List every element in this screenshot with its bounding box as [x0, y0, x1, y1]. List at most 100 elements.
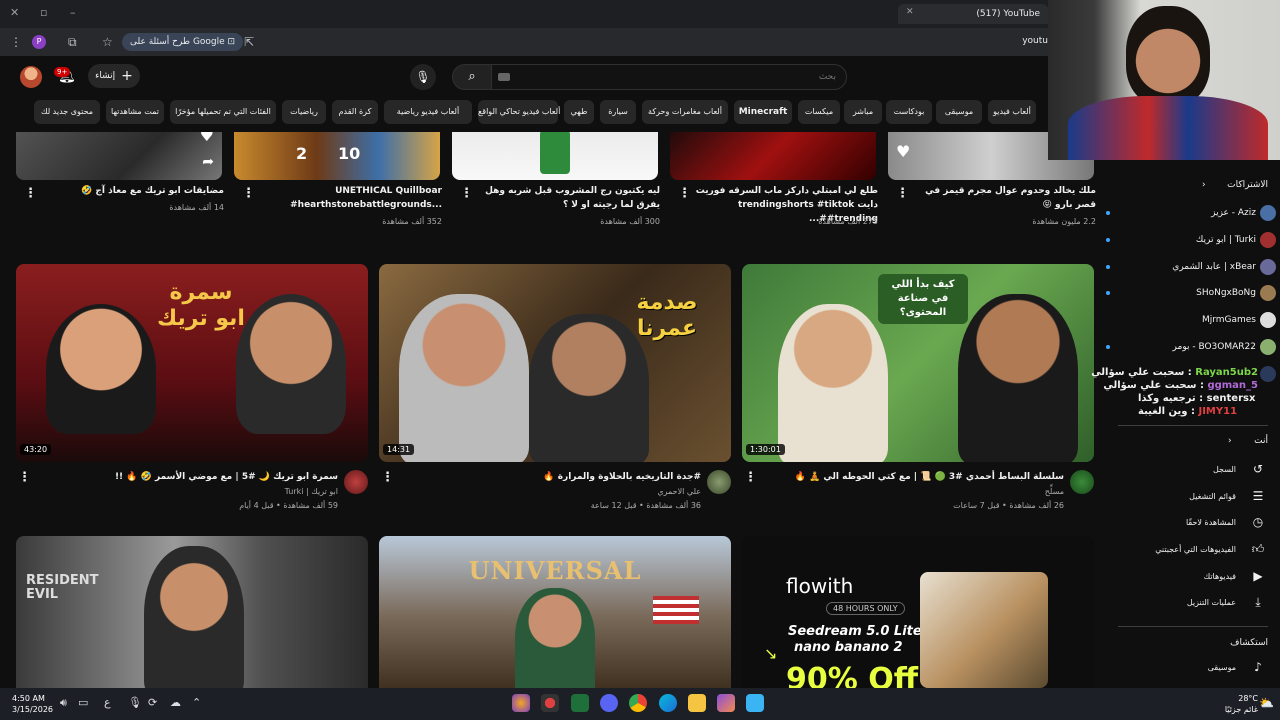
chip[interactable]: سيارة [600, 100, 636, 124]
chrome-icon[interactable] [629, 694, 647, 712]
more-options-icon[interactable]: ⋮ [460, 186, 473, 201]
weather-widget[interactable]: 28°C غائم جزئيًا [1225, 693, 1258, 715]
channel-avatar[interactable] [707, 470, 731, 494]
short-thumbnail[interactable]: 2 10 [234, 132, 440, 180]
channel-name[interactable]: مسلِّح [762, 486, 1064, 498]
nav-liked[interactable]: الفيديوهات التي أعجبتني 👍︎ [1116, 539, 1266, 559]
file-explorer-icon[interactable] [688, 694, 706, 712]
channel-avatar[interactable] [344, 470, 368, 494]
app-icon[interactable] [512, 694, 530, 712]
sub-row[interactable]: عابد الشمري | xBear [1106, 257, 1256, 277]
sub-row[interactable]: بومر - BO3OMAR22 [1106, 337, 1256, 357]
menu-dots-icon[interactable]: ⋮ [10, 35, 22, 49]
video-thumbnail[interactable]: كيف بدأ اللي في صناعة المحتوى؟ [742, 264, 1094, 462]
video-title[interactable]: سلسلة البساط أحمدي #3 🟢 📜 | مع كتي الحوط… [762, 470, 1064, 484]
chip[interactable]: كرة القدم [332, 100, 378, 124]
tab-youtube[interactable]: ✕ (517) YouTube [898, 4, 1048, 24]
chip[interactable]: تمت مشاهدتها [106, 100, 164, 124]
account-avatar[interactable] [20, 66, 42, 88]
excel-icon[interactable] [571, 694, 589, 712]
edge-icon[interactable] [659, 694, 677, 712]
more-options-icon[interactable]: ⋮ [678, 186, 691, 201]
chip[interactable]: محتوى جديد لك [34, 100, 100, 124]
minimize-icon[interactable]: – [70, 6, 76, 19]
chip[interactable]: رياضيات [282, 100, 326, 124]
url-text[interactable]: youtu [1022, 36, 1048, 46]
volume-icon[interactable]: 🔊︎ [60, 696, 67, 710]
create-button[interactable]: إنشاء + [88, 64, 140, 88]
video-thumbnail[interactable]: flowith 48 HOURS ONLY Seedream 5.0 Lite … [742, 536, 1094, 688]
chip[interactable]: ألعاب فيديو تحاكي الواقع [478, 100, 560, 124]
sub-row[interactable]: ابو تريك | Turki [1106, 230, 1256, 250]
nav-watch-later[interactable]: المشاهدة لاحقًا ◷ [1116, 512, 1266, 532]
channel-name[interactable]: علي الاحمري [399, 486, 701, 498]
obs-icon[interactable] [541, 694, 559, 712]
chip[interactable]: Minecraft [734, 100, 792, 124]
chip[interactable]: ألعاب فيديو رياضية [384, 100, 472, 124]
close-window-icon[interactable]: ✕ [10, 6, 19, 19]
keyboard-icon[interactable] [498, 73, 510, 81]
share-icon[interactable]: ⇱ [244, 35, 254, 49]
profile-avatar[interactable]: P [32, 35, 46, 49]
sub-row[interactable]: MjrmGames [1106, 310, 1256, 330]
video-thumbnail[interactable]: سمرة ابو تريك [16, 264, 368, 462]
bookmark-star-icon[interactable]: ☆ [102, 35, 113, 49]
channel-name[interactable]: ابو تريك | Turki [36, 486, 338, 498]
network-icon[interactable]: ▭ [78, 696, 88, 709]
more-options-icon[interactable]: ⋮ [896, 186, 909, 201]
channel-avatar[interactable] [1070, 470, 1094, 494]
chip[interactable]: بودكاست [886, 100, 932, 124]
sub-row[interactable]: SHoNgxBoNg [1106, 283, 1256, 303]
short-title[interactable]: ليه يكتبون رج المشروب قبل شربه وهل يفرق … [476, 184, 660, 212]
sub-row[interactable]: عزيز - Aziz [1106, 203, 1256, 223]
chip[interactable]: طهي [564, 100, 594, 124]
search-input[interactable] [492, 65, 846, 89]
sub-avatar [1260, 205, 1276, 221]
chip[interactable]: ألعاب مغامرات وحركة [642, 100, 728, 124]
nav-playlists[interactable]: قوائم التشغيل ☰ [1116, 486, 1266, 506]
more-options-icon[interactable]: ⋮ [24, 186, 37, 201]
nav-music[interactable]: موسيقى ♪ [1116, 657, 1266, 677]
nav-history[interactable]: السجل ↺ [1116, 459, 1266, 479]
short-title[interactable]: مضايقات ابو تريك مع معاذ آج 🤣 [40, 184, 224, 198]
cloud-icon[interactable]: ☁ [170, 696, 181, 709]
more-options-icon[interactable]: ⋮ [381, 470, 394, 485]
video-thumbnail[interactable]: RESIDENT EVIL [16, 536, 368, 688]
short-title[interactable]: UNETHICAL Quillboar #hearthstonebattlegr… [258, 184, 442, 212]
extensions-icon[interactable]: ⧉ [68, 35, 77, 50]
tab-close-icon[interactable]: ✕ [906, 7, 914, 17]
short-thumbnail[interactable]: ♥ ➦ [16, 132, 222, 180]
maximize-icon[interactable]: ▫ [40, 6, 47, 19]
short-thumbnail[interactable] [452, 132, 658, 180]
discord-icon[interactable] [600, 694, 618, 712]
search-button[interactable]: ⌕ [452, 64, 492, 90]
video-title[interactable]: سمرة ابو تريك 🌙 #5 | مع موضي الأسمر 🤣 🔥 … [36, 470, 338, 484]
nav-downloads[interactable]: عمليات التنزيل ⤓ [1116, 592, 1266, 612]
more-options-icon[interactable]: ⋮ [744, 470, 757, 485]
sync-icon[interactable]: ⟳ [148, 696, 157, 709]
language-indicator[interactable]: ع [104, 696, 111, 709]
chip[interactable]: الفئات التي تم تحميلها مؤخرًا [170, 100, 276, 124]
clock[interactable]: 4:50 AM 3/15/2026 [12, 693, 53, 715]
short-thumbnail[interactable] [670, 132, 876, 180]
subscriptions-heading[interactable]: الاشتراكات [1227, 180, 1268, 190]
short-title[interactable]: ملك يخالد وحدوم عوال مجرم قيمز في قصر با… [912, 184, 1096, 212]
chevron-up-icon[interactable]: ⌃ [192, 696, 201, 709]
more-options-icon[interactable]: ⋮ [18, 470, 31, 485]
chip[interactable]: ميكسات [798, 100, 840, 124]
category-chips: ألعاب فيديو موسيقى بودكاست مباشر ميكسات … [0, 100, 1048, 126]
nav-your-videos[interactable]: فيديوهاتك ▶ [1116, 566, 1266, 586]
chip[interactable]: موسيقى [936, 100, 982, 124]
microphone-icon[interactable]: 🎙︎ [128, 696, 142, 709]
start-windows-icon[interactable] [746, 694, 764, 712]
more-options-icon[interactable]: ⋮ [242, 186, 255, 201]
video-title[interactable]: #جدة التاريخيه بالحلاوة والمرارة 🔥 [399, 470, 701, 484]
copilot-icon[interactable] [717, 694, 735, 712]
chip[interactable]: ألعاب فيديو [988, 100, 1036, 124]
ask-google-pill[interactable]: طرح أسئلة على Google ⊡ [122, 33, 244, 51]
you-heading[interactable]: أنت [1254, 436, 1268, 446]
video-thumbnail[interactable]: UNIVERSAL [379, 536, 731, 688]
video-thumbnail[interactable]: صدمة عمرنا [379, 264, 731, 462]
voice-search-icon[interactable]: 🎙︎ [410, 64, 436, 90]
chip[interactable]: مباشر [844, 100, 882, 124]
